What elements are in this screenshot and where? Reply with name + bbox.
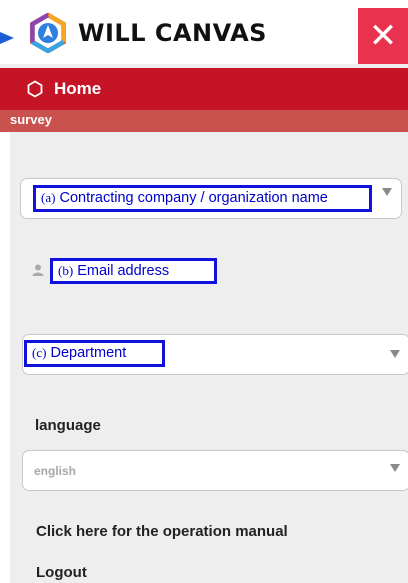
operation-manual-link[interactable]: Click here for the operation manual bbox=[36, 523, 288, 540]
department-field-label: (c) Department bbox=[24, 340, 165, 367]
language-select[interactable]: english bbox=[22, 450, 408, 491]
language-select-value: english bbox=[34, 464, 77, 478]
company-field-label: (a) Contracting company / organization n… bbox=[33, 185, 372, 212]
logo[interactable]: WILL CANVAS bbox=[28, 12, 267, 54]
survey-section-header: survey bbox=[0, 110, 408, 132]
person-icon bbox=[32, 264, 44, 276]
pointer-arrow-icon bbox=[0, 32, 14, 44]
email-address-field[interactable]: (b) Email address bbox=[50, 258, 217, 284]
nav-home[interactable]: Home bbox=[0, 68, 408, 110]
close-button[interactable]: ✕ bbox=[358, 8, 408, 64]
language-label: language bbox=[35, 417, 101, 434]
app-header: WILL CANVAS ✕ bbox=[0, 0, 408, 64]
sidebar-edge bbox=[0, 132, 10, 583]
logo-text: WILL CANVAS bbox=[78, 19, 267, 47]
close-icon: ✕ bbox=[368, 17, 398, 55]
chevron-down-icon bbox=[390, 350, 400, 358]
logout-link[interactable]: Logout bbox=[36, 564, 87, 581]
nav-home-label: Home bbox=[54, 79, 102, 98]
will-canvas-logo-icon bbox=[30, 13, 66, 53]
chevron-down-icon bbox=[382, 188, 392, 196]
chevron-down-icon bbox=[390, 464, 400, 472]
hexagon-outline-icon bbox=[27, 80, 43, 98]
